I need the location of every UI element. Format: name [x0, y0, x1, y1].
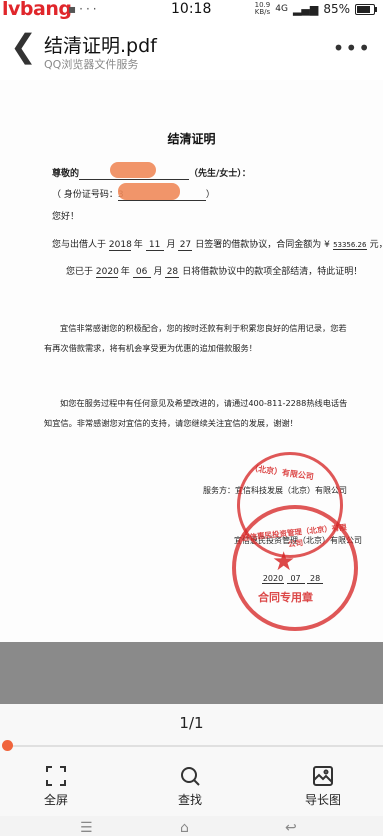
viewer-background	[0, 642, 383, 704]
greeting: 您好！	[52, 212, 80, 222]
back-button[interactable]: ❮	[10, 30, 37, 62]
battery-percent: 85%	[323, 2, 350, 16]
contact-paragraph-line1: 如您在服务过程中有任何意见及希望改进的，请通过400-811-2288热线电话告	[60, 398, 348, 408]
settlement-line-1: 您与出借人于 2018 年 11 月 27 日签署的借款协议，合同金额为 ¥ 5…	[52, 240, 383, 251]
bottom-toolbar: 全屏 查找 导长图	[0, 760, 383, 816]
page-slider-track[interactable]	[6, 745, 383, 747]
menu-icon[interactable]: ☰	[80, 820, 93, 836]
search-button[interactable]: 查找	[150, 764, 230, 808]
status-right: 10.9 KB/s 4G ▂▄▆ 85%	[254, 1, 377, 16]
network-type: 4G	[275, 4, 288, 14]
page-indicator-bar: 1/1	[0, 704, 383, 760]
page-number: 1/1	[179, 714, 204, 732]
page-slider-handle[interactable]	[2, 740, 13, 751]
system-nav-bar: ☰ ⌂ ↩	[0, 816, 383, 836]
pdf-page[interactable]: 结清证明 尊敬的 （先生/女士）： （ 身份证号码：3） 您好！ 您与出借人于 …	[0, 80, 383, 642]
redaction-mark	[110, 162, 156, 178]
file-subtitle: QQ浏览器文件服务	[44, 58, 139, 71]
signal-icon: ▂▄▆	[292, 2, 319, 16]
document-heading: 结清证明	[167, 132, 216, 146]
settlement-line-2: 您已于 2020 年 06 月 28 日将借款协议中的款项全部结清，特此证明！	[66, 267, 363, 278]
search-icon	[181, 767, 200, 786]
more-menu-button[interactable]: •••	[333, 36, 371, 60]
thanks-paragraph-line1: 宜信非常感谢您的积极配合，您的按时还款有利于积累您良好的信用记录，您若	[60, 323, 347, 333]
file-title: 结清证明.pdf	[44, 35, 157, 57]
title-bar: ❮ 结清证明.pdf QQ浏览器文件服务 •••	[0, 22, 383, 80]
redaction-mark	[118, 183, 180, 200]
status-bar: lvbang ▪··· 10:18 10.9 KB/s 4G ▂▄▆ 85%	[0, 0, 383, 22]
notification-icons: ▪···	[68, 2, 100, 16]
network-speed: 10.9 KB/s	[254, 1, 271, 16]
dots-icon: ···	[79, 2, 100, 16]
battery-icon	[355, 3, 377, 15]
long-image-icon	[313, 766, 333, 786]
contact-paragraph-line2: 知宜信。非常感谢您对宜信的支持，请您继续关注宜信的发展，谢谢！	[44, 418, 298, 428]
thanks-paragraph-line2: 有再次借款需求，将有机会享受更为优惠的追加借款服务！	[44, 343, 257, 353]
back-arrow-icon: ❮	[10, 27, 37, 65]
long-image-button[interactable]: 导长图	[283, 764, 363, 808]
watermark-logo: lvbang	[2, 0, 72, 20]
fullscreen-icon	[46, 766, 66, 786]
back-nav-icon[interactable]: ↩	[285, 820, 297, 836]
home-icon[interactable]: ⌂	[180, 820, 189, 836]
star-icon: ★	[272, 547, 296, 577]
mail-icon: ▪	[68, 2, 80, 16]
company-seal-2: 宜信惠民投资管理（北京）有限公司 ★ 合同专用章	[232, 505, 358, 631]
fullscreen-button[interactable]: 全屏	[16, 764, 96, 808]
status-time: 10:18	[171, 1, 212, 17]
